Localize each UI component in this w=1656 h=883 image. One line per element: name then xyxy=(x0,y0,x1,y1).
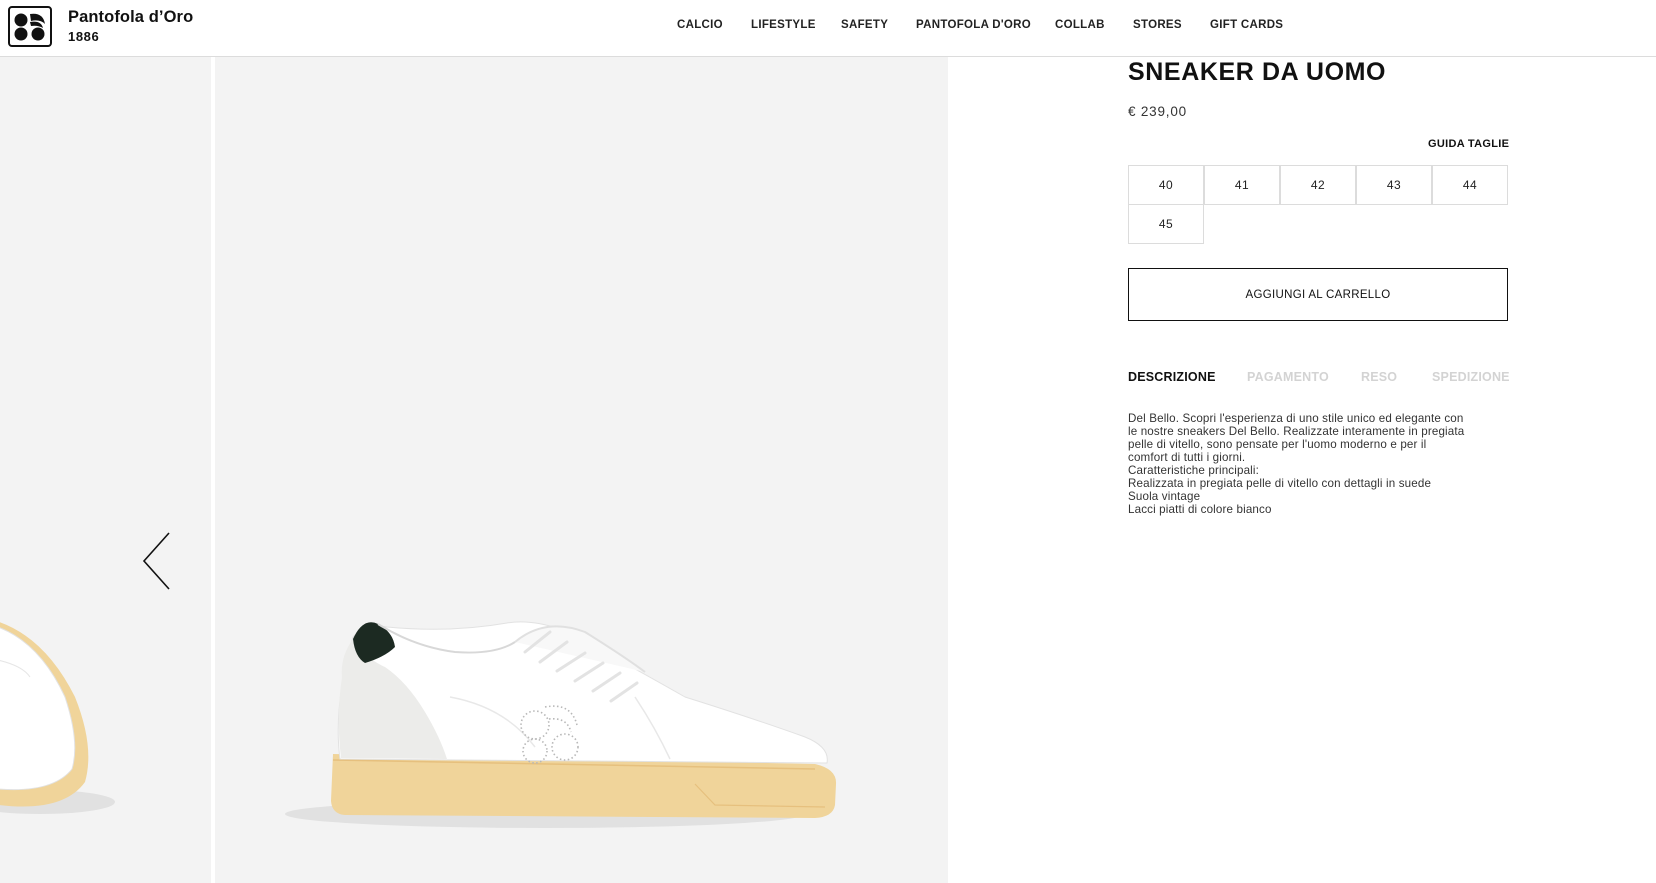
add-to-cart-button[interactable]: AGGIUNGI AL CARRELLO xyxy=(1128,268,1508,321)
size-option-41[interactable]: 41 xyxy=(1204,165,1280,205)
size-option-40[interactable]: 40 xyxy=(1128,165,1204,205)
product-description: Del Bello. Scopri l'esperienza di uno st… xyxy=(1128,412,1510,516)
description-line: Caratteristiche principali: xyxy=(1128,464,1259,477)
size-option-45[interactable]: 45 xyxy=(1128,204,1204,244)
product-price: € 239,00 xyxy=(1128,104,1187,119)
product-image[interactable] xyxy=(215,57,948,883)
size-option-44[interactable]: 44 xyxy=(1432,165,1508,205)
nav-item-collab[interactable]: COLLAB xyxy=(1055,19,1105,31)
tab-reso[interactable]: RESO xyxy=(1361,370,1397,384)
description-line: Suola vintage xyxy=(1128,490,1201,503)
brand-name[interactable]: Pantofola d’Oro xyxy=(68,8,193,27)
site-header: Pantofola d’Oro 1886 CALCIO LIFESTYLE SA… xyxy=(0,0,1656,57)
size-option-42[interactable]: 42 xyxy=(1280,165,1356,205)
nav-item-gift-cards[interactable]: GIFT CARDS xyxy=(1210,19,1283,31)
gallery-previous-image[interactable] xyxy=(0,57,211,883)
pantofola-logo-icon[interactable] xyxy=(8,6,52,47)
tab-descrizione[interactable]: DESCRIZIONE xyxy=(1128,370,1216,384)
tab-spedizione[interactable]: SPEDIZIONE xyxy=(1432,370,1510,384)
nav-item-calcio[interactable]: CALCIO xyxy=(677,19,723,31)
size-option-43[interactable]: 43 xyxy=(1356,165,1432,205)
description-line: pelle di vitello, sono pensate per l'uom… xyxy=(1128,438,1427,451)
nav-item-safety[interactable]: SAFETY xyxy=(841,19,888,31)
nav-item-stores[interactable]: STORES xyxy=(1133,19,1182,31)
brand-year: 1886 xyxy=(68,29,100,44)
chevron-left-icon[interactable] xyxy=(140,530,174,592)
tab-pagamento[interactable]: PAGAMENTO xyxy=(1247,370,1329,384)
description-line: le nostre sneakers Del Bello. Realizzate… xyxy=(1128,425,1465,438)
nav-item-lifestyle[interactable]: LIFESTYLE xyxy=(751,19,816,31)
description-line: Lacci piatti di colore bianco xyxy=(1128,503,1272,516)
size-guide-link[interactable]: GUIDA TAGLIE xyxy=(1428,138,1509,150)
product-title: SNEAKER DA UOMO xyxy=(1128,58,1387,86)
nav-item-pantofola-doro[interactable]: PANTOFOLA D'ORO xyxy=(916,19,1031,31)
description-line: Del Bello. Scopri l'esperienza di uno st… xyxy=(1128,412,1464,425)
description-line: comfort di tutti i giorni. xyxy=(1128,451,1246,464)
description-line: Realizzata in pregiata pelle di vitello … xyxy=(1128,477,1432,490)
